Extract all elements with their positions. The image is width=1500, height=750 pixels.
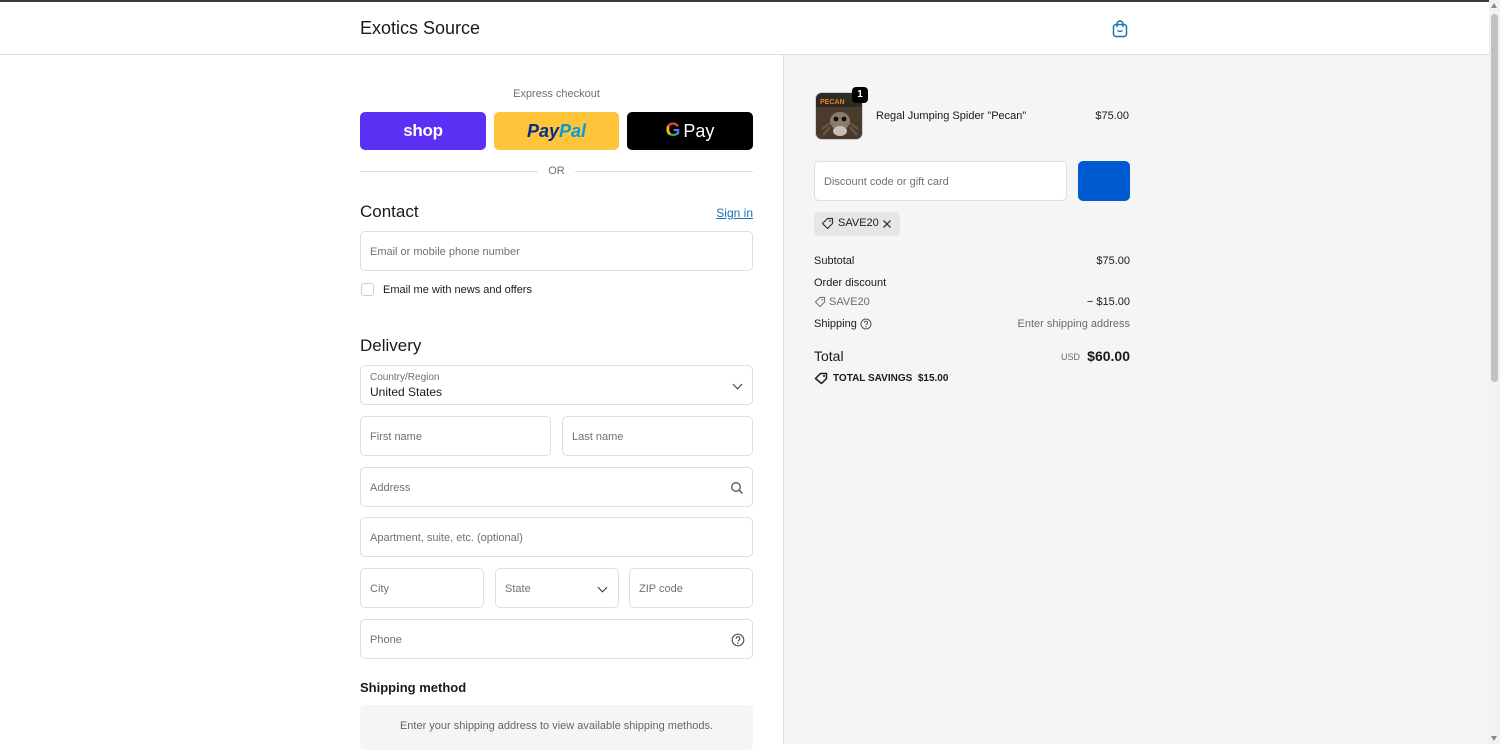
divider-right — [575, 171, 753, 172]
sign-in-link[interactable]: Sign in — [700, 206, 753, 220]
subtotal-value: $75.00 — [1096, 255, 1130, 267]
news-offers-checkbox[interactable] — [361, 283, 374, 296]
address-field[interactable]: Address — [360, 467, 753, 507]
apartment-placeholder: Apartment, suite, etc. (optional) — [370, 532, 523, 544]
google-pay-button[interactable]: G Pay — [627, 112, 753, 150]
last-name-field[interactable]: Last name — [562, 416, 753, 456]
divider-left — [360, 171, 538, 172]
country-value: United States — [370, 385, 443, 399]
shipping-value: Enter shipping address — [1017, 318, 1130, 330]
total-label: Total — [814, 348, 844, 364]
paypal-logo-pay: Pay — [526, 120, 559, 141]
zip-field[interactable]: ZIP code — [629, 568, 753, 608]
paypal-logo-pal: Pal — [559, 120, 587, 141]
shipping-method-notice: Enter your shipping address to view avai… — [360, 705, 753, 750]
apply-discount-button[interactable] — [1078, 161, 1130, 201]
phone-placeholder: Phone — [370, 634, 402, 646]
total-currency: USD — [1060, 352, 1080, 362]
help-circle-icon[interactable] — [731, 633, 745, 647]
help-circle-icon[interactable] — [860, 318, 872, 330]
scrollbar-thumb[interactable] — [1491, 14, 1498, 382]
express-checkout-label: Express checkout — [513, 88, 600, 100]
state-select[interactable]: State — [495, 568, 619, 608]
total-value: $60.00 — [1087, 348, 1130, 364]
first-name-placeholder: First name — [370, 431, 422, 443]
phone-field[interactable]: Phone — [360, 619, 753, 659]
city-field[interactable]: City — [360, 568, 484, 608]
close-icon[interactable] — [882, 219, 892, 229]
discount-code-label: SAVE20 — [829, 296, 870, 308]
tag-icon — [821, 217, 834, 230]
paypal-button[interactable]: Pay Pal — [494, 112, 619, 150]
applied-code-chip: SAVE20 — [814, 212, 900, 236]
chevron-down-icon — [732, 379, 743, 390]
subtotal-label: Subtotal — [814, 255, 855, 267]
news-offers-label: Email me with news and offers — [383, 284, 532, 296]
email-field[interactable]: Email or mobile phone number — [360, 231, 753, 271]
store-brand[interactable]: Exotics Source — [360, 18, 480, 39]
product-name: Regal Jumping Spider "Pecan" — [876, 110, 1027, 122]
discount-value: − $15.00 — [1086, 296, 1130, 308]
apartment-field[interactable]: Apartment, suite, etc. (optional) — [360, 517, 753, 557]
chevron-down-icon — [597, 582, 608, 593]
email-placeholder: Email or mobile phone number — [370, 246, 520, 258]
search-icon — [731, 482, 743, 494]
tag-icon — [814, 296, 826, 308]
state-placeholder: State — [505, 583, 531, 595]
header: Exotics Source — [0, 2, 1489, 55]
address-placeholder: Address — [370, 482, 411, 494]
shipping-method-message: Enter your shipping address to view avai… — [399, 720, 714, 732]
product-price: $75.00 — [1095, 110, 1129, 122]
applied-code-text: SAVE20 — [838, 217, 879, 229]
last-name-placeholder: Last name — [572, 431, 624, 443]
order-discount-label: Order discount — [814, 277, 887, 289]
shipping-method-title: Shipping method — [360, 680, 467, 695]
shopping-bag-icon[interactable] — [1110, 19, 1130, 39]
country-label: Country/Region — [370, 372, 440, 383]
page-scrollbar[interactable] — [1489, 0, 1500, 744]
google-pay-label: Pay — [683, 120, 715, 141]
savings-tag-icon — [814, 372, 828, 385]
quantity-badge: 1 — [852, 87, 868, 103]
shop-pay-button[interactable]: shop — [360, 112, 486, 150]
scroll-up-arrow-icon[interactable] — [1491, 3, 1497, 8]
scroll-down-arrow-icon[interactable] — [1491, 736, 1497, 741]
city-placeholder: City — [370, 583, 389, 595]
delivery-title: Delivery — [360, 336, 422, 355]
zip-placeholder: ZIP code — [639, 583, 683, 595]
first-name-field[interactable]: First name — [360, 416, 551, 456]
order-summary-panel — [784, 55, 1489, 744]
google-g-icon: G — [665, 120, 681, 141]
or-divider-text: OR — [548, 165, 565, 177]
discount-code-field[interactable]: Discount code or gift card — [814, 161, 1067, 201]
contact-title: Contact — [360, 202, 419, 221]
discount-placeholder: Discount code or gift card — [824, 176, 949, 188]
total-savings: TOTAL SAVINGS $15.00 — [833, 373, 948, 384]
shipping-label: Shipping — [814, 318, 857, 330]
thumbnail-text: PECAN — [820, 99, 845, 106]
shop-pay-logo: shop — [403, 121, 443, 140]
total-savings-value: $15.00 — [917, 373, 949, 384]
country-select[interactable]: Country/Region United States — [360, 365, 753, 405]
total-savings-label: TOTAL SAVINGS — [833, 373, 913, 384]
